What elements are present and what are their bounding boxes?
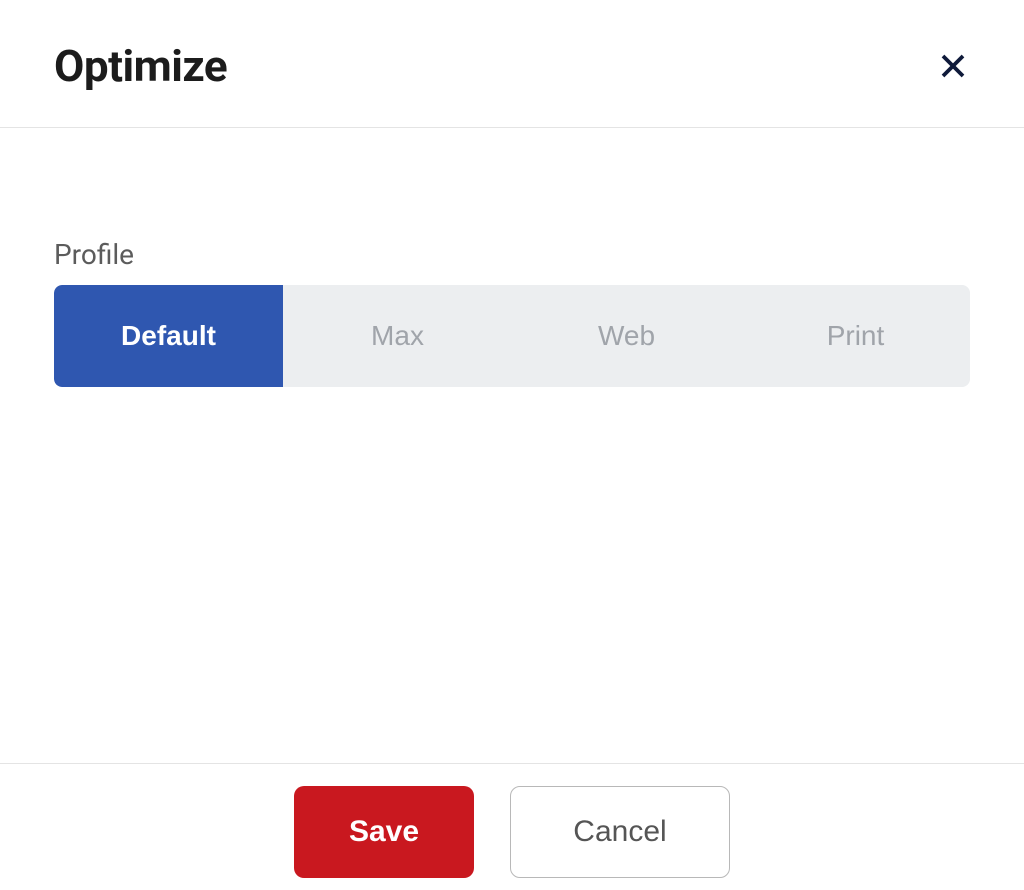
profile-option-print[interactable]: Print <box>741 285 970 387</box>
profile-option-max[interactable]: Max <box>283 285 512 387</box>
dialog-footer: Save Cancel <box>0 763 1024 890</box>
dialog-title: Optimize <box>54 40 227 92</box>
close-button[interactable] <box>930 43 976 89</box>
dialog-body: Profile Default Max Web Print <box>0 128 1024 763</box>
profile-label: Profile <box>54 238 970 271</box>
cancel-button[interactable]: Cancel <box>510 786 730 878</box>
profile-option-web[interactable]: Web <box>512 285 741 387</box>
profile-option-default[interactable]: Default <box>54 285 283 387</box>
close-icon <box>938 51 968 81</box>
dialog-header: Optimize <box>0 0 1024 128</box>
optimize-dialog: Optimize Profile Default Max Web Print S… <box>0 0 1024 890</box>
save-button[interactable]: Save <box>294 786 474 878</box>
profile-segmented-control: Default Max Web Print <box>54 285 970 387</box>
